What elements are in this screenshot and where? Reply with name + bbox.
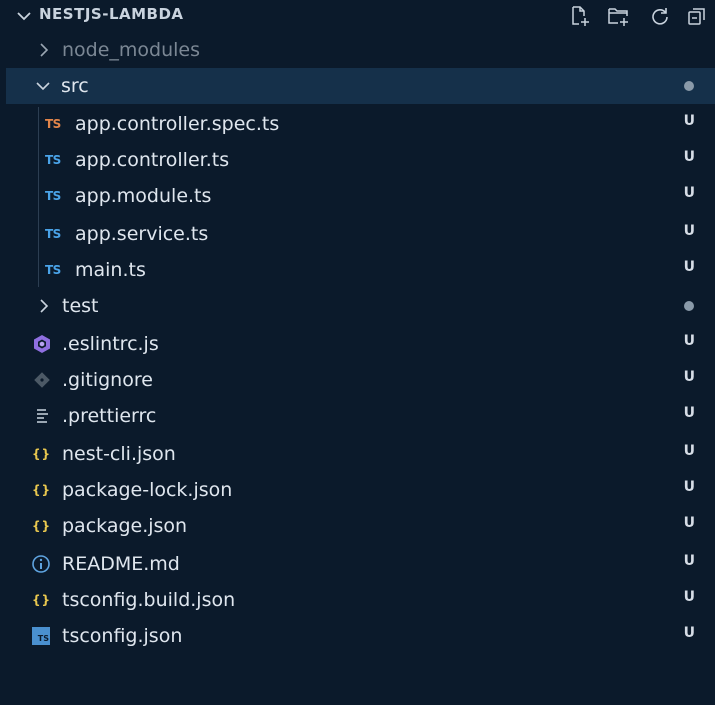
chevron-down-icon[interactable] — [14, 6, 34, 26]
tree-item-label: tsconfig.build.json — [62, 589, 236, 611]
modified-dot — [684, 81, 694, 91]
typescript-icon: TS — [45, 153, 61, 167]
untracked-badge: U — [683, 405, 695, 421]
tree-item-gitignore[interactable]: .gitignore U — [0, 362, 715, 398]
untracked-badge: U — [683, 625, 695, 641]
untracked-badge: U — [683, 113, 695, 129]
tree-item-label: app.controller.ts — [75, 149, 230, 171]
untracked-badge: U — [683, 443, 695, 459]
untracked-badge: U — [683, 479, 695, 495]
tree-item-label: test — [62, 295, 99, 317]
tree-item-label: package-lock.json — [62, 479, 233, 501]
explorer-title: NESTJS-LAMBDA — [39, 5, 184, 23]
tree-item-label: tsconfig.json — [62, 625, 183, 647]
untracked-badge: U — [683, 185, 695, 201]
tree-item-package-json[interactable]: {} package.json U — [0, 508, 715, 544]
info-icon — [31, 554, 51, 574]
tree-item-tsconfig-build-json[interactable]: {} tsconfig.build.json U — [0, 582, 715, 618]
tree-item-label: package.json — [62, 515, 188, 537]
untracked-badge: U — [683, 589, 695, 605]
tree-item-label: .prettierrc — [62, 405, 157, 427]
tree-item-label: .eslintrc.js — [62, 333, 159, 355]
tree-item-label: app.module.ts — [75, 185, 212, 207]
chevron-right-icon[interactable] — [35, 297, 53, 315]
json-icon: {} — [32, 593, 52, 607]
tree-item-node-modules[interactable]: node_modules — [0, 32, 715, 68]
tree-item-src[interactable]: src — [6, 68, 715, 104]
untracked-badge: U — [683, 259, 695, 275]
tree-item-label: src — [61, 75, 89, 97]
tree-item-label: main.ts — [75, 259, 146, 281]
untracked-badge: U — [683, 553, 695, 569]
untracked-badge: U — [683, 515, 695, 531]
tree-item-label: app.service.ts — [75, 223, 209, 245]
untracked-badge: U — [683, 149, 695, 165]
json-icon: {} — [32, 483, 52, 497]
json-icon: {} — [32, 519, 52, 533]
typescript-icon: TS — [45, 263, 61, 277]
typescript-icon: TS — [45, 227, 61, 241]
tree-item-package-lock-json[interactable]: {} package-lock.json U — [0, 472, 715, 508]
typescript-icon: TS — [45, 189, 61, 203]
untracked-badge: U — [683, 333, 695, 349]
typescript-spec-icon: TS — [45, 117, 61, 131]
json-icon: {} — [32, 447, 52, 461]
tree-item-eslintrc[interactable]: .eslintrc.js U — [0, 326, 715, 362]
tree-item-readme[interactable]: README.md U — [0, 546, 715, 582]
tree-item-main[interactable]: TS main.ts U — [0, 252, 715, 288]
tree-item-test[interactable]: test — [0, 288, 715, 324]
chevron-right-icon[interactable] — [35, 41, 53, 59]
tsconfig-icon: TS — [32, 626, 50, 646]
tree-item-label: README.md — [62, 553, 180, 575]
tsconfig-icon-text: TS — [32, 627, 50, 645]
tree-item-app-service[interactable]: TS app.service.ts U — [0, 216, 715, 252]
untracked-badge: U — [683, 223, 695, 239]
explorer-header[interactable]: NESTJS-LAMBDA — [0, 0, 715, 32]
refresh-icon[interactable] — [646, 2, 674, 30]
git-icon — [33, 370, 51, 390]
tree-item-nest-cli-json[interactable]: {} nest-cli.json U — [0, 436, 715, 472]
tree-item-label: app.controller.spec.ts — [75, 113, 280, 135]
tree-item-app-module[interactable]: TS app.module.ts U — [0, 178, 715, 214]
tree-item-label: .gitignore — [62, 369, 153, 391]
new-folder-icon[interactable] — [605, 2, 633, 30]
chevron-down-icon[interactable] — [34, 77, 52, 95]
collapse-all-icon[interactable] — [683, 2, 711, 30]
tree-item-app-controller[interactable]: TS app.controller.ts U — [0, 142, 715, 178]
tree-item-app-controller-spec[interactable]: TS app.controller.spec.ts U — [0, 106, 715, 142]
untracked-badge: U — [683, 369, 695, 385]
lines-icon — [35, 406, 51, 426]
tree-item-prettierrc[interactable]: .prettierrc U — [0, 398, 715, 434]
tree-item-label: node_modules — [62, 39, 201, 61]
new-file-icon[interactable] — [566, 2, 594, 30]
eslint-icon — [32, 334, 52, 354]
tree-item-label: nest-cli.json — [62, 443, 176, 465]
tree-item-tsconfig-json[interactable]: TS tsconfig.json U — [0, 618, 715, 654]
modified-dot — [684, 301, 694, 311]
